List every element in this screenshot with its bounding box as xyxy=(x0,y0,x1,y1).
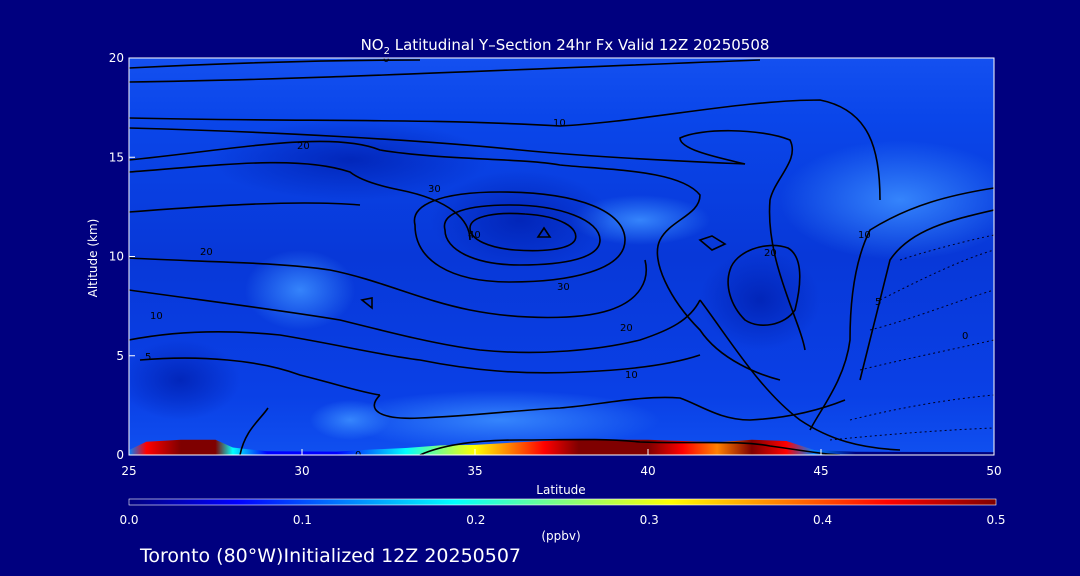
y-tick-label: 10 xyxy=(109,250,124,264)
contour-label: 30 xyxy=(557,282,570,293)
x-tick-label: 50 xyxy=(986,464,1001,478)
x-tick-label: 45 xyxy=(813,464,828,478)
no2-cross-section-chart: NO2 Latitudinal Y–Section 24hr Fx Valid … xyxy=(86,36,1006,567)
chart-title: NO2 Latitudinal Y–Section 24hr Fx Valid … xyxy=(361,36,770,57)
contour-label: 20 xyxy=(620,323,633,334)
x-tick-label: 25 xyxy=(121,464,136,478)
field-blob xyxy=(700,250,820,350)
field-blob xyxy=(129,340,240,420)
contour-label: 5 xyxy=(145,352,151,363)
footer-text: Toronto (80°W)Initialized 12Z 20250507 xyxy=(139,545,521,567)
y-axis-label: Altitude (km) xyxy=(86,219,100,298)
colorbar-tick-label: 0.1 xyxy=(293,513,312,527)
contour-label: 20 xyxy=(200,247,213,258)
contour-label: 0 xyxy=(962,331,968,342)
contour-label: 5 xyxy=(875,297,881,308)
x-tick-label: 35 xyxy=(467,464,482,478)
colorbar-tick-label: 0.0 xyxy=(119,513,138,527)
colorbar-tick-label: 0.4 xyxy=(813,513,832,527)
contour-label: 10 xyxy=(625,370,638,381)
colorbar-tick-label: 0.2 xyxy=(466,513,485,527)
field-blob xyxy=(780,140,994,260)
colorbar: 0.0 0.1 0.2 0.3 0.4 0.5 (ppbv) xyxy=(119,498,1006,543)
x-tick-label: 30 xyxy=(294,464,309,478)
x-axis-label: Latitude xyxy=(536,483,585,497)
plot-area: 0 5 10 20 30 40 10 20 30 10 20 5 0 0 10 … xyxy=(129,58,994,455)
colorbar-tick-label: 0.3 xyxy=(640,513,659,527)
x-tick-label: 40 xyxy=(640,464,655,478)
field-blob xyxy=(245,250,355,330)
colorbar-bar xyxy=(128,498,997,506)
contour-label: 10 xyxy=(553,118,566,129)
contour-label: 20 xyxy=(297,141,310,152)
contour-label: 20 xyxy=(764,248,777,259)
y-tick-label: 20 xyxy=(109,51,124,65)
field-blob xyxy=(310,400,390,440)
y-tick-label: 0 xyxy=(116,448,124,462)
colorbar-unit: (ppbv) xyxy=(541,529,580,543)
contour-label: 10 xyxy=(150,311,163,322)
title-suffix: Latitudinal Y–Section 24hr Fx Valid 12Z … xyxy=(390,36,769,54)
contour-label: 30 xyxy=(428,184,441,195)
y-tick-label: 5 xyxy=(116,349,124,363)
contour-label: 10 xyxy=(858,230,871,241)
contour-label: 40 xyxy=(468,230,481,241)
title-prefix: NO xyxy=(361,36,384,54)
y-tick-label: 15 xyxy=(109,150,124,164)
colorbar-ticks: 0.0 0.1 0.2 0.3 0.4 0.5 xyxy=(119,513,1005,527)
colorbar-tick-label: 0.5 xyxy=(986,513,1005,527)
